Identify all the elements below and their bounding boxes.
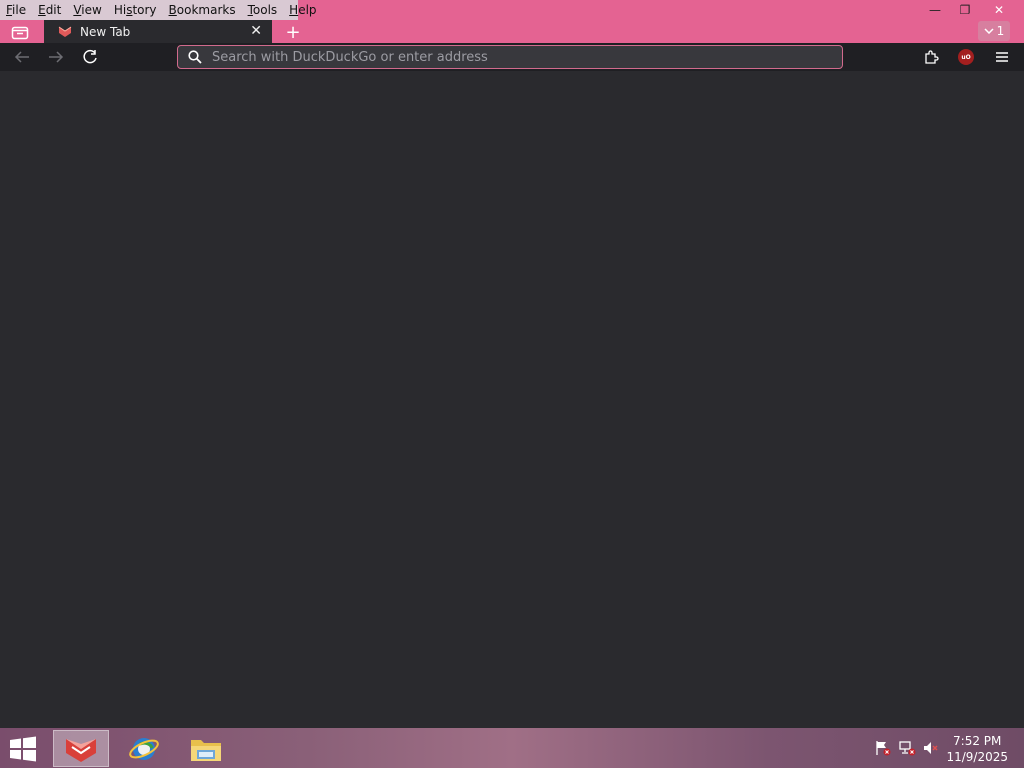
extensions-puzzle-icon <box>925 50 939 64</box>
tab-overview-button[interactable] <box>8 22 32 42</box>
navigation-toolbar: uO <box>0 43 1024 71</box>
menu-tools[interactable]: Tools <box>248 0 278 20</box>
hamburger-menu-icon <box>996 52 1008 62</box>
tab-overview-icon <box>11 26 29 40</box>
clock-time: 7:52 PM <box>953 734 1002 748</box>
volume-muted-icon[interactable] <box>922 740 940 756</box>
action-center-flag-icon[interactable] <box>874 740 892 756</box>
tab-title: New Tab <box>80 24 131 39</box>
chevron-down-icon <box>984 28 994 34</box>
new-tab-button[interactable]: + <box>281 22 305 43</box>
close-window-button[interactable]: ✕ <box>982 0 1016 20</box>
folder-icon <box>191 739 221 761</box>
menu-help[interactable]: Help <box>289 0 316 20</box>
reload-button[interactable] <box>79 47 101 67</box>
windows-logo-icon <box>10 736 36 762</box>
title-bar: File Edit View History Bookmarks Tools H… <box>0 0 1024 20</box>
start-button[interactable] <box>8 736 38 762</box>
reload-icon <box>83 49 97 64</box>
menu-file[interactable]: File <box>6 0 26 20</box>
taskbar-file-explorer[interactable] <box>178 730 234 767</box>
browser-window: File Edit View History Bookmarks Tools H… <box>0 0 1024 768</box>
restore-button[interactable]: ❐ <box>948 0 982 20</box>
url-input[interactable] <box>212 49 812 65</box>
internet-explorer-icon <box>129 737 159 760</box>
menu-view[interactable]: View <box>73 0 101 20</box>
back-arrow-icon <box>14 51 29 63</box>
browser-app-icon <box>66 738 96 762</box>
page-content <box>0 71 1024 727</box>
menu-bar: File Edit View History Bookmarks Tools H… <box>0 0 317 20</box>
taskbar: 7:52 PM 11/9/2025 <box>0 728 1024 768</box>
tab-strip: New Tab ✕ + 1 <box>0 20 1024 43</box>
system-clock[interactable]: 7:52 PM 11/9/2025 <box>946 733 1008 765</box>
search-icon <box>188 50 202 64</box>
app-menu-button[interactable] <box>991 47 1013 67</box>
network-icon[interactable] <box>898 740 916 756</box>
clock-date: 11/9/2025 <box>946 750 1008 764</box>
menu-history[interactable]: History <box>114 0 157 20</box>
url-bar[interactable] <box>177 45 843 69</box>
tab-close-button[interactable]: ✕ <box>250 22 262 40</box>
taskbar-internet-explorer[interactable] <box>116 730 172 767</box>
menu-edit[interactable]: Edit <box>38 0 61 20</box>
extensions-button[interactable] <box>920 47 942 67</box>
tab-count: 1 <box>996 24 1005 38</box>
tab-list-button[interactable]: 1 <box>978 21 1010 41</box>
tab-new-tab[interactable]: New Tab ✕ <box>44 20 272 43</box>
minimize-button[interactable]: — <box>918 0 952 20</box>
forward-button[interactable] <box>45 47 67 67</box>
forward-arrow-icon <box>49 51 64 63</box>
browser-favicon-icon <box>58 26 72 37</box>
menu-bookmarks[interactable]: Bookmarks <box>169 0 236 20</box>
taskbar-browser[interactable] <box>53 730 109 767</box>
ublock-origin-icon[interactable]: uO <box>958 49 974 65</box>
back-button[interactable] <box>11 47 33 67</box>
